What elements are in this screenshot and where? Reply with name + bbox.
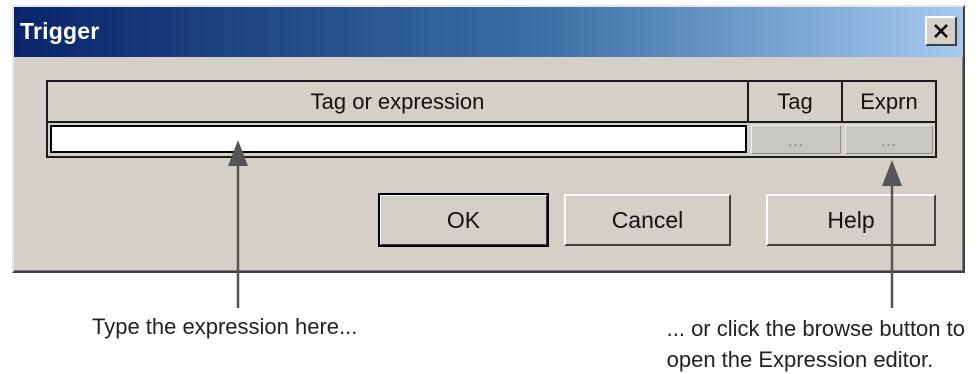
left-caption: Type the expression here... <box>92 314 358 339</box>
right-caption-line1: ... or click the browse button to <box>666 316 965 341</box>
tag-expression-grid: Tag or expression Tag Exprn ... ... <box>46 80 937 158</box>
right-caption-line2: open the Expression editor. <box>666 347 934 372</box>
right-caption: ... or click the browse button to open t… <box>667 313 965 374</box>
trigger-dialog: Trigger Tag or expression Tag Exprn ... … <box>12 5 965 273</box>
left-arrow-icon <box>228 140 248 308</box>
header-exprn: Exprn <box>860 88 918 114</box>
header-tag-or-expression: Tag or expression <box>48 82 749 121</box>
header-tag: Tag <box>749 82 843 121</box>
ok-button[interactable]: OK <box>378 193 549 247</box>
header-divider <box>48 121 935 123</box>
tag-browse-button[interactable]: ... <box>751 125 841 154</box>
expression-input[interactable] <box>50 125 747 153</box>
screenshot-stage: Trigger Tag or expression Tag Exprn ... … <box>0 0 977 374</box>
close-icon <box>934 24 948 38</box>
exprn-browse-button[interactable]: ... <box>845 125 933 154</box>
title-bar[interactable]: Trigger <box>14 7 963 57</box>
right-arrow-icon <box>882 160 902 308</box>
dialog-title: Trigger <box>20 18 100 44</box>
cancel-button[interactable]: Cancel <box>564 194 731 246</box>
close-button[interactable] <box>925 16 957 46</box>
